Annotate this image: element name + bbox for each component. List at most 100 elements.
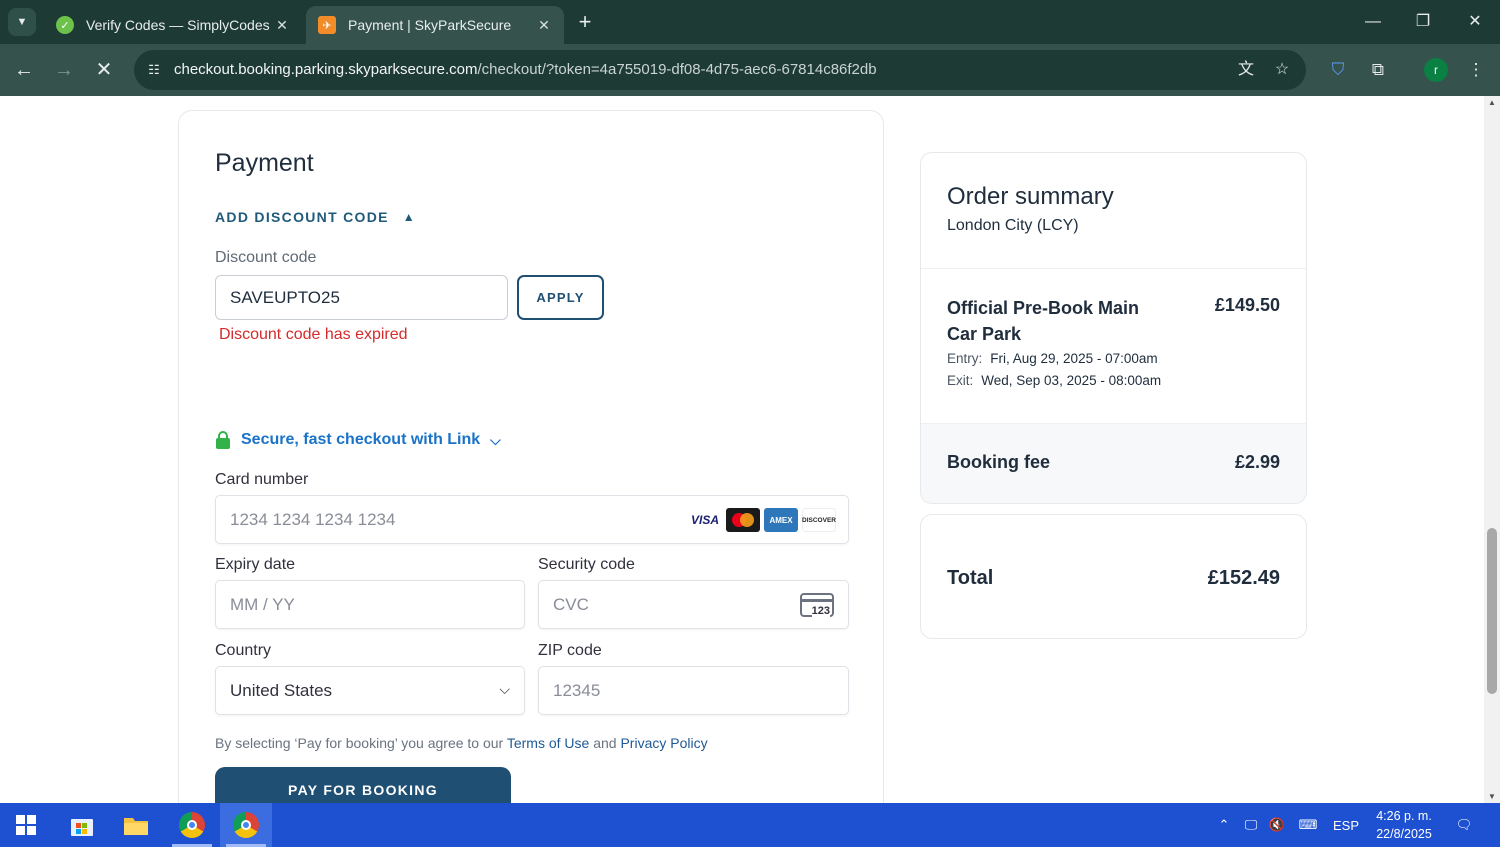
card-brands: VISA AMEX DISCOVER: [688, 508, 836, 532]
exit-label: Exit:: [947, 373, 974, 388]
payment-card: Payment ADD DISCOUNT CODE ▲ Discount cod…: [178, 110, 884, 803]
windows-logo-icon: [16, 815, 36, 835]
booking-fee-row: Booking fee £2.99: [921, 424, 1306, 503]
zip-code-input[interactable]: 12345: [538, 666, 849, 715]
zip-code-label: ZIP code: [538, 642, 602, 659]
discount-code-label: Discount code: [215, 249, 317, 266]
discount-code-input[interactable]: [215, 275, 508, 320]
zip-placeholder: 12345: [553, 680, 601, 700]
minimize-icon[interactable]: —: [1350, 8, 1396, 36]
skyparksecure-favicon-icon: ✈: [318, 16, 336, 34]
cvc-card-icon: 123: [800, 593, 834, 617]
add-discount-code-toggle[interactable]: ADD DISCOUNT CODE ▲: [215, 209, 416, 225]
country-select[interactable]: United States ⌵: [215, 666, 525, 715]
terms-of-use-link[interactable]: Terms of Use: [507, 735, 589, 751]
chevron-down-icon: ⌵: [499, 681, 510, 697]
page-viewport: Payment ADD DISCOUNT CODE ▲ Discount cod…: [0, 96, 1484, 803]
mastercard-icon: [726, 508, 760, 532]
payment-title: Payment: [215, 149, 314, 177]
start-button[interactable]: [0, 803, 52, 847]
simplycodes-favicon-icon: ✓: [56, 16, 74, 34]
url-text[interactable]: checkout.booking.parking.skyparksecure.c…: [174, 50, 877, 90]
keyboard-icon[interactable]: ⌨: [1294, 803, 1322, 847]
close-tab-icon[interactable]: ✕: [536, 17, 552, 34]
tab-title: Verify Codes — SimplyCodes: [86, 17, 270, 33]
tab-search-button[interactable]: ▼: [8, 8, 36, 36]
url-host: checkout.booking.parking.skyparksecure.c…: [174, 61, 478, 78]
entry-date: Entry: Fri, Aug 29, 2025 - 07:00am: [947, 351, 1158, 366]
privacy-policy-link[interactable]: Privacy Policy: [620, 735, 707, 751]
card-number-placeholder: 1234 1234 1234 1234: [230, 509, 396, 529]
notifications-icon[interactable]: 🗨: [1450, 803, 1478, 847]
country-value: United States: [230, 680, 333, 700]
taskbar-clock[interactable]: 4:26 p. m. 22/8/2025: [1366, 807, 1442, 843]
profile-avatar[interactable]: r: [1424, 58, 1448, 82]
entry-label: Entry:: [947, 351, 983, 366]
tab-verify-codes[interactable]: ✓ Verify Codes — SimplyCodes ✕: [44, 6, 302, 44]
link-checkout-toggle[interactable]: Secure, fast checkout with Link ⌵: [215, 431, 501, 449]
password-manager-extension-icon[interactable]: ⛉: [1324, 56, 1352, 84]
site-info-icon[interactable]: ☷: [142, 58, 166, 82]
discount-toggle-label: ADD DISCOUNT CODE: [215, 209, 389, 225]
tab-payment[interactable]: ✈ Payment | SkyParkSecure ✕: [306, 6, 564, 44]
browser-menu-icon[interactable]: ⋮: [1462, 56, 1490, 84]
security-code-label: Security code: [538, 556, 635, 573]
chrome-taskbar-button[interactable]: [166, 803, 218, 847]
file-explorer-button[interactable]: [110, 803, 162, 847]
order-location: London City (LCY): [947, 217, 1079, 234]
restore-icon[interactable]: ❐: [1400, 8, 1446, 36]
volume-muted-icon[interactable]: 🔇: [1266, 803, 1288, 847]
chrome-icon: [179, 812, 205, 838]
scroll-down-arrow-icon[interactable]: ▼: [1488, 792, 1496, 801]
item-name: Official Pre-Book Main Car Park: [947, 298, 1140, 344]
card-number-input[interactable]: 1234 1234 1234 1234 VISA AMEX DISCOVER: [215, 495, 849, 544]
page-scrollbar[interactable]: ▲ ▼: [1484, 96, 1500, 803]
country-label: Country: [215, 642, 272, 659]
url-path: /checkout/?token=4a755019-df08-4d75-aec6…: [477, 61, 877, 78]
order-total-card: Total £152.49: [920, 514, 1307, 639]
browser-toolbar: ← → ✕ ☷ checkout.booking.parking.skypark…: [0, 44, 1500, 96]
total-label: Total: [947, 567, 994, 589]
input-language-indicator[interactable]: ESP: [1330, 803, 1362, 847]
legal-notice: By selecting ‘Pay for booking’ you agree…: [215, 735, 708, 751]
expiry-date-input[interactable]: MM / YY: [215, 580, 525, 629]
close-tab-icon[interactable]: ✕: [274, 17, 290, 34]
back-arrow-icon[interactable]: ←: [10, 56, 38, 84]
expiry-date-label: Expiry date: [215, 556, 296, 573]
legal-prefix: By selecting ‘Pay for booking’ you agree…: [215, 735, 504, 751]
network-icon[interactable]: 🖵: [1240, 803, 1262, 847]
card-number-label: Card number: [215, 471, 309, 488]
new-tab-plus-icon[interactable]: +: [572, 10, 598, 36]
microsoft-store-button[interactable]: [56, 803, 108, 847]
security-code-input[interactable]: CVC 123: [538, 580, 849, 629]
tab-title: Payment | SkyParkSecure: [348, 17, 512, 33]
visa-icon: VISA: [688, 508, 722, 532]
browser-tab-bar: ▼ ✓ Verify Codes — SimplyCodes ✕ ✈ Payme…: [0, 0, 1500, 44]
bookmark-star-icon[interactable]: ☆: [1270, 58, 1294, 82]
stop-loading-icon[interactable]: ✕: [90, 56, 118, 84]
exit-value: Wed, Sep 03, 2025 - 08:00am: [981, 373, 1162, 388]
extensions-puzzle-icon[interactable]: ⧉: [1364, 56, 1392, 84]
store-bag-icon: [71, 819, 93, 836]
scrollbar-thumb[interactable]: [1487, 528, 1497, 694]
link-checkout-label: Secure, fast checkout with Link: [241, 431, 481, 448]
show-hidden-icons-chevron-icon[interactable]: ⌃: [1214, 803, 1234, 847]
address-bar[interactable]: ☷ checkout.booking.parking.skyparksecure…: [134, 50, 1306, 90]
clock-date: 22/8/2025: [1376, 827, 1432, 841]
scroll-up-arrow-icon[interactable]: ▲: [1488, 98, 1496, 107]
chevron-up-icon: ▲: [402, 210, 416, 224]
booking-fee-value: £2.99: [1234, 452, 1280, 472]
discover-icon: DISCOVER: [802, 508, 836, 532]
chevron-down-icon: ⌵: [490, 431, 501, 448]
pay-for-booking-button[interactable]: PAY FOR BOOKING: [215, 767, 511, 803]
apply-discount-button[interactable]: APPLY: [517, 275, 604, 320]
cvc-placeholder: CVC: [553, 594, 589, 614]
close-window-icon[interactable]: ✕: [1452, 8, 1498, 36]
forward-arrow-icon[interactable]: →: [50, 56, 78, 84]
chrome-icon: [233, 812, 259, 838]
cvc-icon-text: 123: [811, 605, 830, 617]
total-value: £152.49: [1207, 567, 1280, 589]
chrome-profile-taskbar-button[interactable]: [220, 803, 272, 847]
legal-and: and: [593, 735, 617, 751]
translate-icon[interactable]: 文: [1234, 58, 1258, 82]
